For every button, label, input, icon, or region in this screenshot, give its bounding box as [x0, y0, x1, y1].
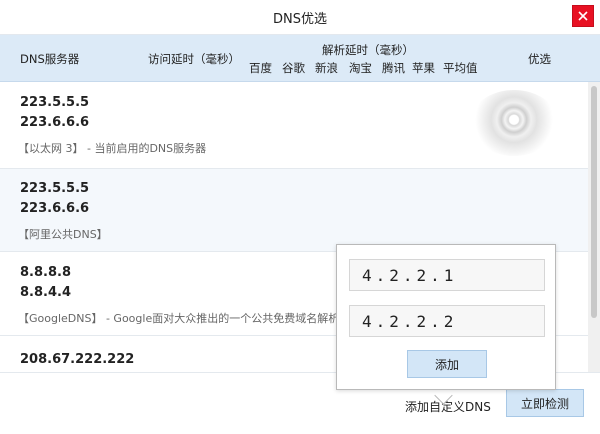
add-custom-dns-link[interactable]: 添加自定义DNS	[405, 398, 491, 415]
header-optimal[interactable]: 优选	[528, 51, 551, 67]
dns-row-alidns[interactable]: 223.5.5.5 223.6.6.6 【阿里公共DNS】	[0, 169, 588, 252]
header-site-google[interactable]: 谷歌	[282, 60, 305, 76]
secondary-dns: 8.8.4.4	[20, 285, 71, 300]
header-dns-server[interactable]: DNS服务器	[20, 51, 79, 67]
header-site-tencent[interactable]: 腾讯	[382, 60, 405, 76]
scrollbar-thumb[interactable]	[591, 86, 597, 318]
title-bar: DNS优选	[0, 0, 600, 35]
secondary-dns: 223.6.6.6	[20, 115, 90, 130]
header-resolve-delay: 解析延时（毫秒）	[322, 43, 414, 57]
dns-description: 【以太网 3】 - 当前启用的DNS服务器	[18, 142, 207, 155]
primary-dns: 223.5.5.5	[20, 181, 90, 196]
close-button[interactable]	[572, 5, 594, 27]
list-scrollbar[interactable]	[588, 82, 600, 372]
primary-dns: 8.8.8.8	[20, 265, 71, 280]
dns-row-current[interactable]: 223.5.5.5 223.6.6.6 【以太网 3】 - 当前启用的DNS服务…	[0, 82, 588, 169]
custom-dns-popup: 添加	[336, 244, 556, 390]
primary-dns: 223.5.5.5	[20, 95, 90, 110]
secondary-dns-input[interactable]	[349, 305, 545, 337]
secondary-dns: 223.6.6.6	[20, 201, 90, 216]
window-title: DNS优选	[273, 12, 327, 27]
header-site-baidu[interactable]: 百度	[249, 60, 272, 76]
header-site-apple[interactable]: 苹果	[412, 60, 435, 76]
dns-description: 【阿里公共DNS】	[18, 228, 108, 241]
dns-description: 【GoogleDNS】 - Google面对大众推出的一个公共免费域名解析	[18, 312, 340, 325]
primary-dns: 208.67.222.222	[20, 352, 135, 367]
header-access-delay[interactable]: 访问延时（毫秒）	[148, 51, 240, 67]
loading-spinner-icon	[470, 90, 558, 156]
primary-dns-input[interactable]	[349, 259, 545, 291]
close-icon	[578, 11, 588, 21]
header-site-sina[interactable]: 新浪	[315, 60, 338, 76]
header-site-taobao[interactable]: 淘宝	[349, 60, 372, 76]
column-header: DNS服务器 访问延时（毫秒） 解析延时（毫秒） 百度 谷歌 新浪 淘宝 腾讯 …	[0, 35, 600, 82]
header-average[interactable]: 平均值	[443, 60, 478, 76]
add-button[interactable]: 添加	[407, 350, 487, 378]
detect-now-button[interactable]: 立即检测	[506, 389, 584, 417]
